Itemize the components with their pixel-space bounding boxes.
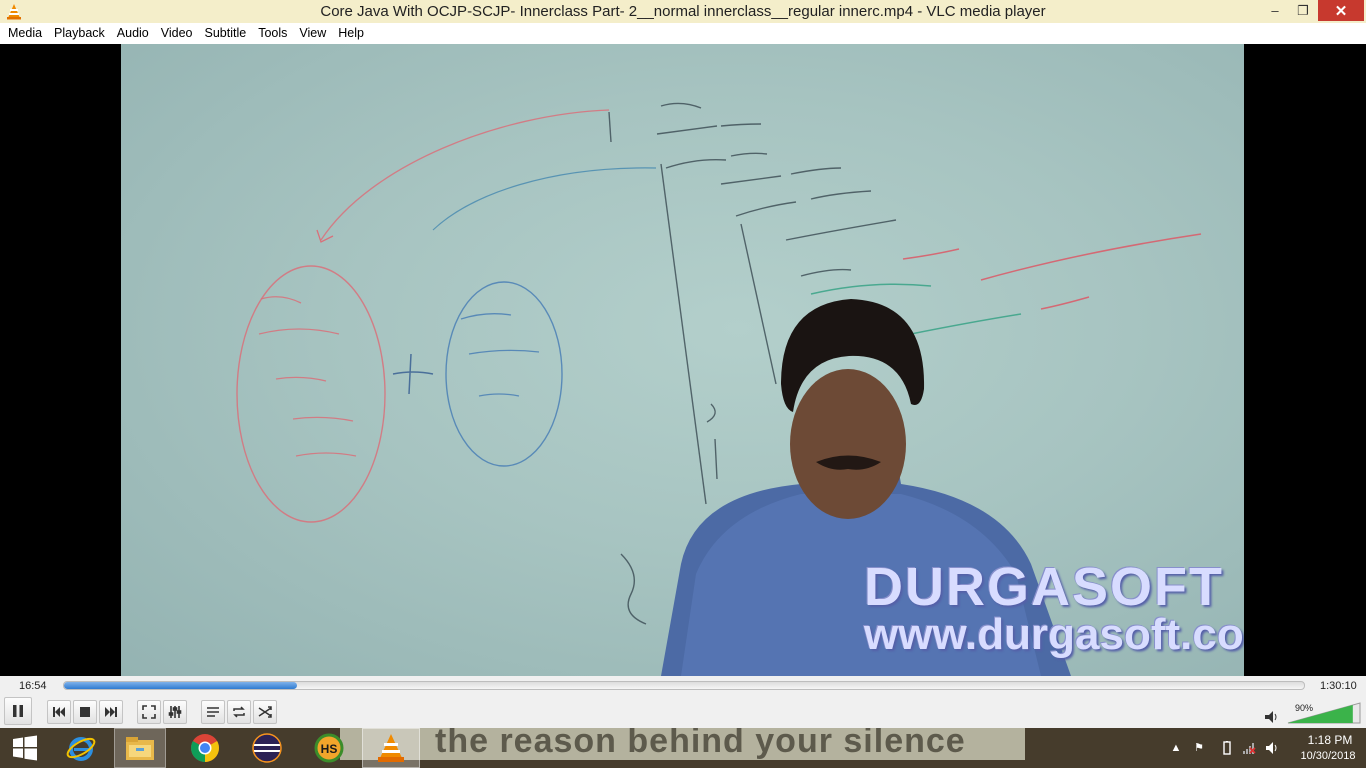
next-button[interactable] bbox=[99, 700, 123, 724]
pause-icon bbox=[13, 705, 23, 717]
shuffle-button[interactable] bbox=[253, 700, 277, 724]
extended-settings-button[interactable] bbox=[163, 700, 187, 724]
taskbar: the reason behind your silence HS ▲ ⚑ 1:… bbox=[0, 728, 1366, 768]
speaker-icon[interactable] bbox=[1265, 741, 1279, 755]
seek-progress bbox=[64, 682, 297, 689]
loop-icon bbox=[233, 706, 245, 718]
taskbar-file-explorer[interactable] bbox=[114, 728, 166, 768]
menu-video[interactable]: Video bbox=[155, 23, 199, 44]
restore-icon: ❐ bbox=[1297, 2, 1309, 18]
volume-slider[interactable] bbox=[1286, 701, 1362, 725]
speaker-icon[interactable] bbox=[1264, 710, 1280, 724]
window-title: Core Java With OCJP-SCJP- Innerclass Par… bbox=[320, 3, 1046, 20]
stop-button[interactable] bbox=[73, 700, 97, 724]
file-explorer-icon bbox=[126, 737, 154, 760]
hs-app-icon: HS bbox=[314, 733, 344, 763]
svg-text:HS: HS bbox=[321, 742, 338, 756]
clock-date[interactable]: 10/30/2018 bbox=[1292, 750, 1364, 762]
battery-icon[interactable] bbox=[1220, 741, 1234, 755]
action-center-flag-icon[interactable]: ⚑ bbox=[1192, 741, 1206, 755]
clock-time[interactable]: 1:18 PM bbox=[1300, 733, 1360, 747]
wallpaper-text: the reason behind your silence bbox=[435, 728, 966, 760]
chrome-icon bbox=[191, 734, 219, 762]
pause-button[interactable] bbox=[4, 697, 32, 725]
menu-help[interactable]: Help bbox=[332, 23, 370, 44]
taskbar-chrome[interactable] bbox=[180, 728, 230, 768]
menu-bar: Media Playback Audio Video Subtitle Tool… bbox=[0, 23, 1366, 44]
shuffle-icon bbox=[258, 706, 272, 718]
internet-explorer-icon bbox=[66, 737, 96, 761]
taskbar-internet-explorer[interactable] bbox=[56, 728, 106, 768]
video-frame[interactable]: DURGASOFT www.durgasoft.com bbox=[121, 44, 1244, 676]
total-time[interactable]: 1:30:10 bbox=[1320, 680, 1357, 692]
windows-start-icon bbox=[13, 735, 37, 761]
minimize-button[interactable]: – bbox=[1262, 0, 1288, 21]
watermark-url: www.durgasoft.com bbox=[864, 610, 1244, 659]
taskbar-vlc[interactable] bbox=[362, 728, 420, 768]
extended-settings-icon bbox=[168, 706, 182, 718]
video-area[interactable]: DURGASOFT www.durgasoft.com bbox=[0, 44, 1366, 676]
previous-icon bbox=[53, 707, 65, 717]
seek-row: 16:54 1:30:10 bbox=[0, 676, 1366, 696]
start-button[interactable] bbox=[0, 728, 50, 768]
network-icon[interactable] bbox=[1242, 741, 1256, 755]
vlc-icon bbox=[378, 734, 404, 762]
playlist-button[interactable] bbox=[201, 700, 225, 724]
menu-view[interactable]: View bbox=[293, 23, 332, 44]
menu-tools[interactable]: Tools bbox=[252, 23, 293, 44]
taskbar-hs-app[interactable]: HS bbox=[304, 728, 354, 768]
taskbar-eclipse[interactable] bbox=[242, 728, 292, 768]
desktop-wallpaper-banner: the reason behind your silence bbox=[340, 728, 1025, 760]
maximize-button[interactable]: ❐ bbox=[1290, 0, 1316, 21]
title-bar: Core Java With OCJP-SCJP- Innerclass Par… bbox=[0, 0, 1366, 23]
seek-slider[interactable] bbox=[63, 681, 1305, 690]
fullscreen-icon bbox=[142, 705, 156, 719]
elapsed-time[interactable]: 16:54 bbox=[19, 680, 47, 692]
playlist-icon bbox=[207, 707, 219, 717]
close-button[interactable]: ✕ bbox=[1318, 0, 1364, 21]
menu-playback[interactable]: Playback bbox=[48, 23, 111, 44]
menu-audio[interactable]: Audio bbox=[111, 23, 155, 44]
menu-subtitle[interactable]: Subtitle bbox=[199, 23, 253, 44]
minimize-icon: – bbox=[1271, 3, 1279, 18]
watermark-brand: DURGASOFT bbox=[864, 557, 1224, 617]
menu-media[interactable]: Media bbox=[2, 23, 48, 44]
eclipse-icon bbox=[252, 733, 282, 763]
next-icon bbox=[105, 707, 117, 717]
fullscreen-button[interactable] bbox=[137, 700, 161, 724]
previous-button[interactable] bbox=[47, 700, 71, 724]
close-icon: ✕ bbox=[1334, 2, 1348, 20]
show-hidden-icons-icon[interactable]: ▲ bbox=[1169, 741, 1183, 755]
loop-button[interactable] bbox=[227, 700, 251, 724]
stop-icon bbox=[80, 707, 90, 717]
controls-bar: 90% bbox=[0, 696, 1366, 728]
